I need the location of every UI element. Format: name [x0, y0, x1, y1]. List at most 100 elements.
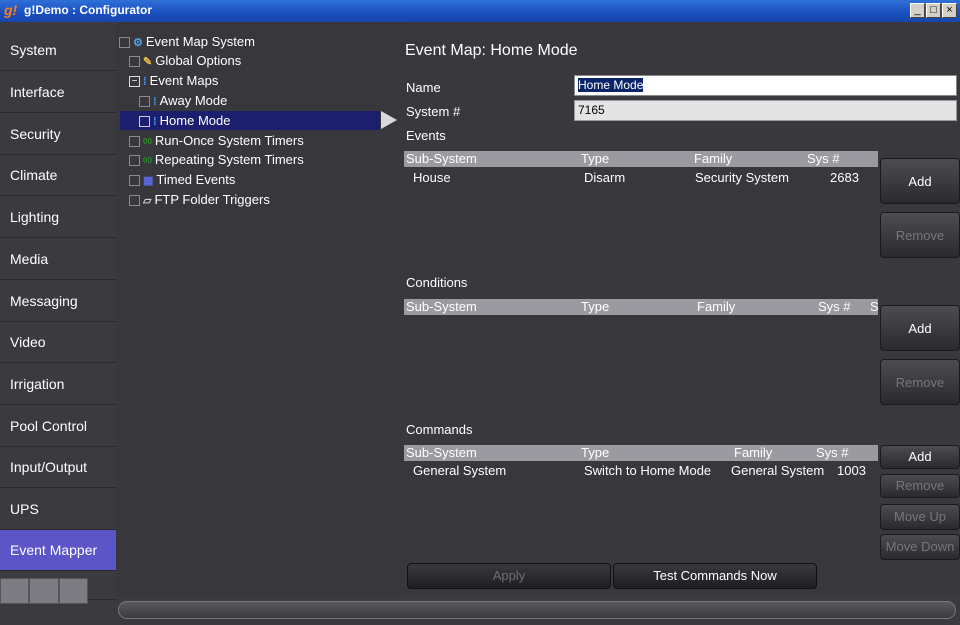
apply-button[interactable]: Apply — [407, 563, 611, 589]
nav-item-security[interactable]: Security — [0, 114, 116, 155]
close-button[interactable]: × — [942, 3, 957, 18]
app-icon: g! — [4, 2, 18, 18]
column-header: Type — [581, 445, 610, 460]
tree-item-label: Timed Events — [156, 172, 236, 187]
checkbox[interactable] — [129, 175, 140, 187]
nav-item-pool-control[interactable]: Pool Control — [0, 406, 116, 447]
maximize-button[interactable]: □ — [926, 3, 941, 18]
ftp-icon: ▱ — [143, 194, 152, 207]
tree-item-label: Global Options — [155, 53, 242, 68]
events-add-button[interactable]: Add — [880, 158, 960, 204]
column-header: Sys # — [807, 151, 840, 166]
system-number-field: 7165 — [574, 100, 957, 121]
events-remove-button[interactable]: Remove — [880, 212, 960, 258]
checkbox[interactable] — [129, 195, 140, 207]
checkbox[interactable] — [129, 136, 140, 148]
column-header: Family — [734, 445, 773, 460]
name-field[interactable]: Home Mode — [574, 75, 957, 96]
move-down-button[interactable]: Move Down — [880, 534, 960, 560]
tree-item-label: Event Maps — [149, 73, 219, 88]
events-grid-header: Sub-System Type Family Sys # — [404, 151, 878, 167]
mode-icon: ⁞ — [153, 115, 157, 128]
collapse-icon[interactable]: − — [129, 76, 140, 88]
nav-bottom-button-1[interactable] — [0, 578, 30, 604]
mode-icon: ⁞ — [153, 95, 157, 108]
move-up-button[interactable]: Move Up — [880, 504, 960, 530]
tree-item-repeating-timers[interactable]: 00 Repeating System Timers — [129, 150, 304, 170]
system-number-label: System # — [406, 104, 461, 119]
page-title: Event Map: Home Mode — [405, 42, 578, 59]
events-grid[interactable] — [404, 166, 878, 278]
table-cell: Security System — [695, 170, 789, 185]
nav-item-system[interactable]: System — [0, 30, 116, 71]
table-cell: Disarm — [584, 170, 626, 185]
checkbox[interactable] — [129, 56, 140, 68]
tree-item-label: Away Mode — [159, 93, 228, 108]
nav-bottom-button-3[interactable] — [58, 578, 88, 604]
column-header: Sub-System — [406, 151, 477, 166]
minimize-button[interactable]: _ — [910, 3, 925, 18]
nav-item-media[interactable]: Media — [0, 239, 116, 280]
commands-grid-header: Sub-System Type Family Sys # — [404, 445, 878, 461]
conditions-remove-button[interactable]: Remove — [880, 359, 960, 405]
timer-icon: 00 — [143, 136, 152, 146]
window-title: g!Demo : Configurator — [24, 3, 152, 17]
checkbox[interactable] — [139, 116, 150, 128]
column-header: S — [870, 299, 879, 314]
nav-item-video[interactable]: Video — [0, 322, 116, 363]
tree-item-label: Event Map System — [145, 34, 255, 49]
timer-icon: 00 — [143, 155, 152, 165]
table-cell: 2683 — [830, 170, 859, 185]
tree-item-event-maps[interactable]: − ⁞ Event Maps — [129, 71, 218, 91]
column-header: Sub-System — [406, 299, 477, 314]
nav-item-messaging[interactable]: Messaging — [0, 281, 116, 322]
nav-item-interface[interactable]: Interface — [0, 72, 116, 113]
commands-remove-button[interactable]: Remove — [880, 474, 960, 498]
conditions-title: Conditions — [406, 275, 468, 290]
tree-item-event-map-system[interactable]: ⚙ Event Map System — [119, 32, 255, 52]
column-header: Family — [694, 151, 733, 166]
name-label: Name — [406, 80, 441, 95]
table-cell: General System — [731, 463, 825, 478]
commands-title: Commands — [406, 422, 473, 437]
column-header: Type — [581, 151, 610, 166]
event-maps-icon: ⁞ — [143, 75, 147, 88]
table-cell: 1003 — [837, 463, 866, 478]
tree-item-label: Home Mode — [159, 113, 231, 128]
column-header: Sys # — [816, 445, 849, 460]
test-commands-button[interactable]: Test Commands Now — [613, 563, 817, 589]
tree-item-ftp-folder-triggers[interactable]: ▱ FTP Folder Triggers — [129, 190, 270, 210]
window-controls: _ □ × — [909, 3, 957, 18]
title-bar: g! g!Demo : Configurator _ □ × — [0, 0, 960, 22]
column-header: Type — [581, 299, 610, 314]
tree-item-label: FTP Folder Triggers — [154, 192, 270, 207]
table-cell: Switch to Home Mode — [584, 463, 712, 478]
left-nav: System Interface Security Climate Lighti… — [0, 22, 116, 625]
nav-bottom-button-2[interactable] — [29, 578, 59, 604]
nav-item-climate[interactable]: Climate — [0, 155, 116, 196]
tree-item-label: Run-Once System Timers — [154, 133, 304, 148]
conditions-grid[interactable] — [404, 315, 878, 425]
table-cell: General System — [413, 463, 507, 478]
calendar-icon: ▦ — [143, 174, 154, 187]
nav-item-ups[interactable]: UPS — [0, 489, 116, 530]
checkbox[interactable] — [139, 96, 150, 108]
tree-item-timed-events[interactable]: ▦ Timed Events — [129, 170, 235, 190]
column-header: Sub-System — [406, 445, 477, 460]
nav-item-irrigation[interactable]: Irrigation — [0, 364, 116, 405]
nav-item-lighting[interactable]: Lighting — [0, 197, 116, 238]
selection-arrow-icon — [381, 111, 397, 129]
event-map-system-icon: ⚙ — [133, 36, 143, 49]
checkbox[interactable] — [129, 155, 140, 167]
conditions-add-button[interactable]: Add — [880, 305, 960, 351]
nav-item-input-output[interactable]: Input/Output — [0, 447, 116, 488]
tree-item-away-mode[interactable]: ⁞ Away Mode — [139, 91, 227, 111]
commands-add-button[interactable]: Add — [880, 445, 960, 469]
nav-item-event-mapper[interactable]: Event Mapper — [0, 530, 116, 571]
tree-item-global-options[interactable]: ✎ Global Options — [129, 51, 241, 71]
tree-item-label: Repeating System Timers — [154, 152, 304, 167]
tree-item-home-mode[interactable]: ⁞ Home Mode — [139, 111, 230, 131]
progress-bar — [118, 601, 956, 619]
checkbox[interactable] — [119, 37, 130, 49]
tree-item-run-once-timers[interactable]: 00 Run-Once System Timers — [129, 131, 304, 151]
